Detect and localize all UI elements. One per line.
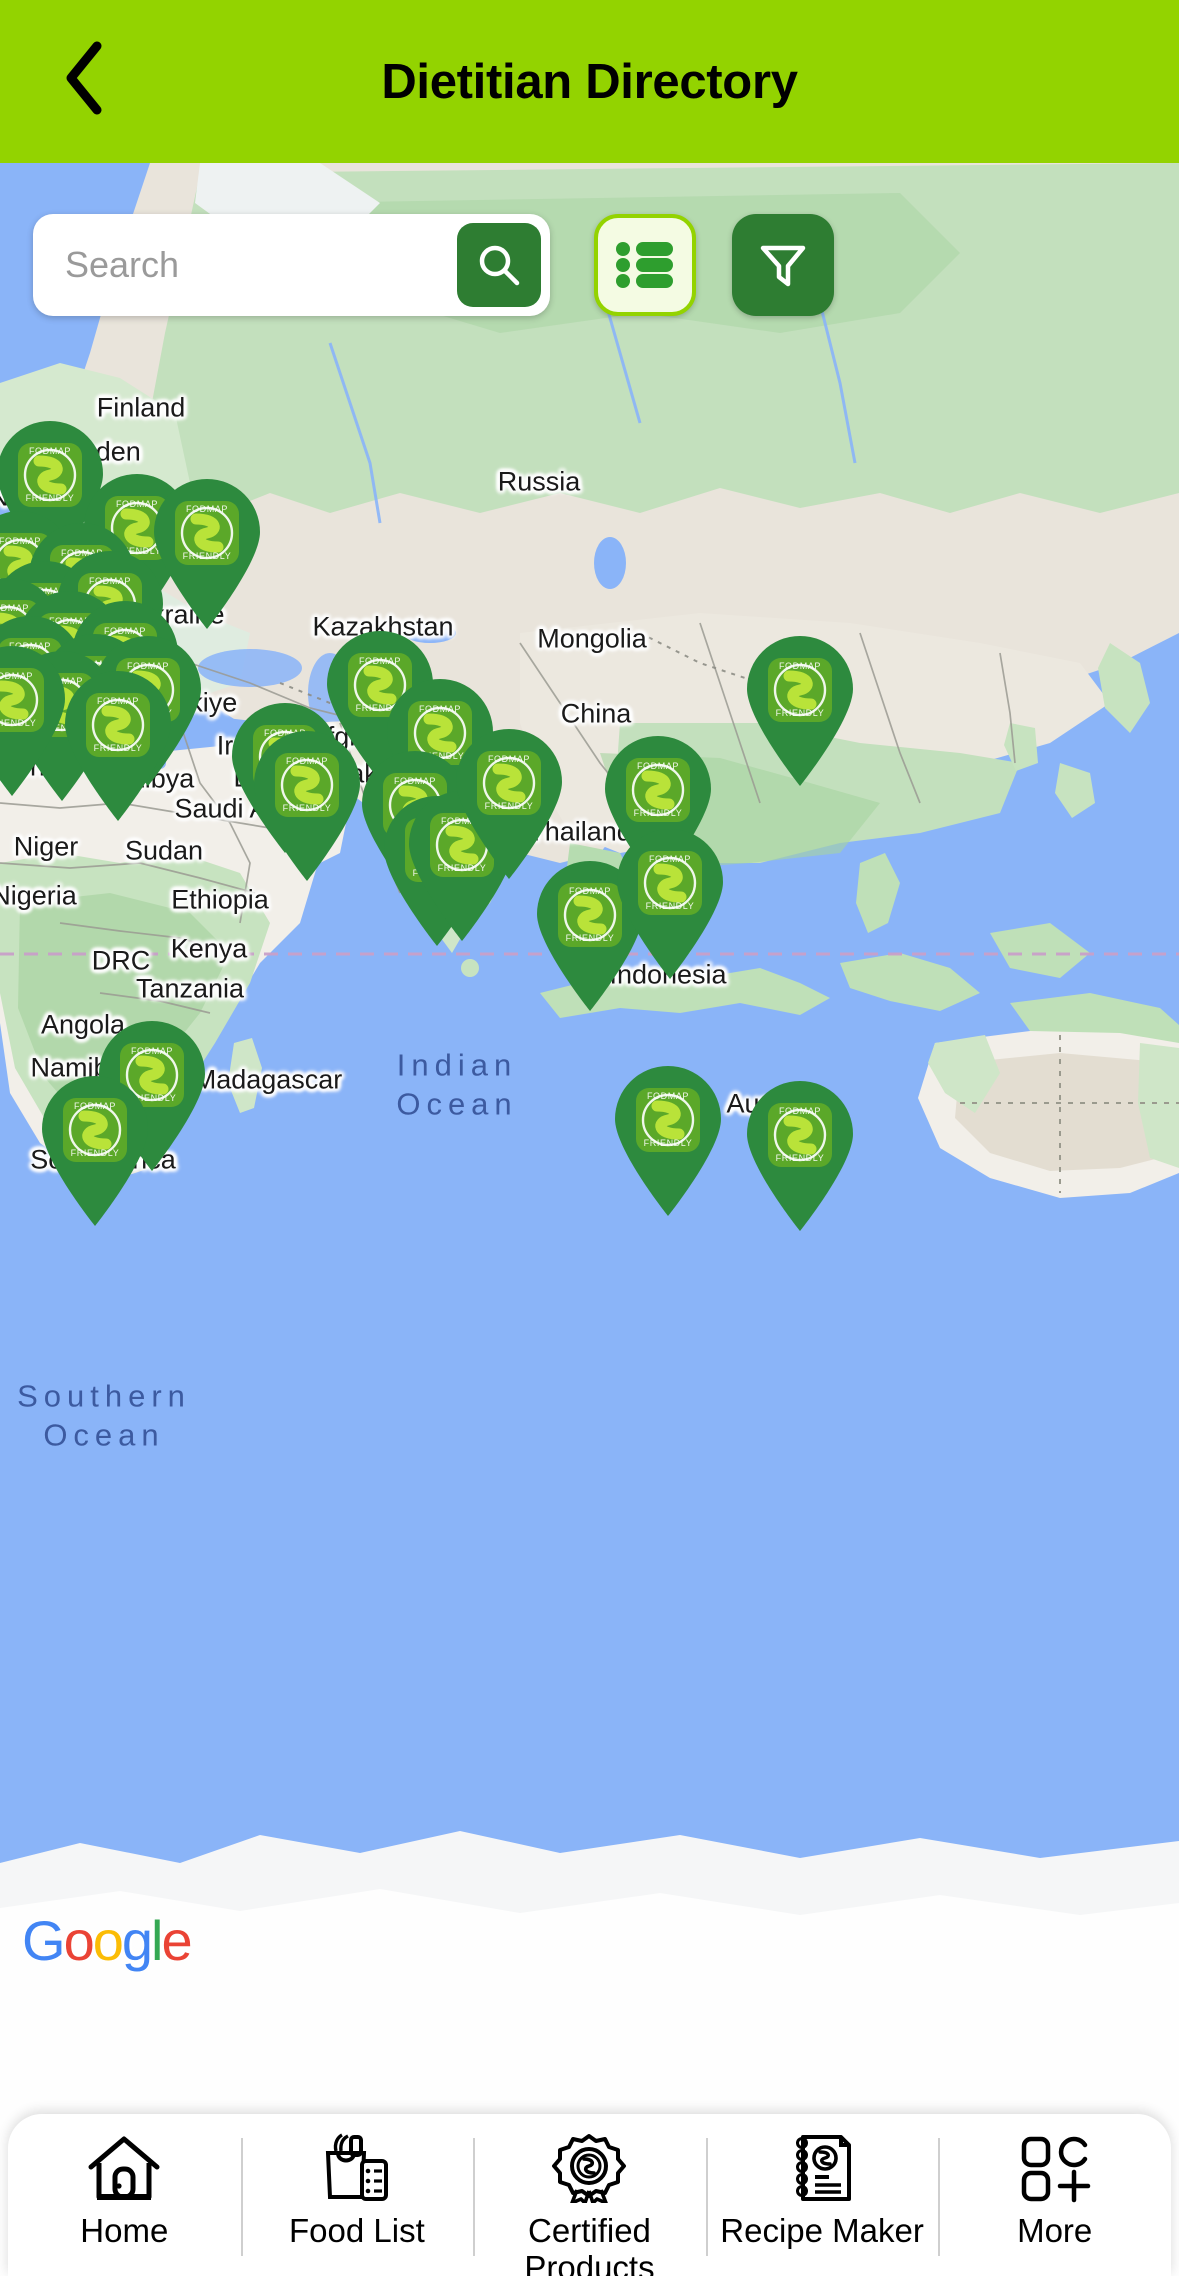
svg-text:FRIENDLY: FRIENDLY: [71, 1148, 120, 1158]
svg-text:FODMAP: FODMAP: [89, 576, 131, 586]
svg-text:FRIENDLY: FRIENDLY: [485, 801, 534, 811]
google-logo: Google: [22, 1909, 193, 1972]
nav-item-certified-products[interactable]: Certified Products: [473, 2128, 706, 2276]
svg-text:FODMAP: FODMAP: [779, 1106, 821, 1116]
svg-text:FODMAP: FODMAP: [186, 504, 228, 514]
svg-text:FODMAP: FODMAP: [97, 696, 139, 706]
nav-label-recipe-maker: Recipe Maker: [720, 2212, 924, 2249]
svg-text:FRIENDLY: FRIENDLY: [94, 743, 143, 753]
svg-text:FRIENDLY: FRIENDLY: [183, 551, 232, 561]
svg-text:FRIENDLY: FRIENDLY: [644, 1138, 693, 1148]
nav-item-recipe-maker[interactable]: Recipe Maker: [705, 2128, 939, 2257]
page-title: Dietitian Directory: [381, 54, 798, 109]
list-view-button[interactable]: [594, 214, 696, 316]
svg-text:FODMAP: FODMAP: [419, 704, 461, 714]
nav-item-home[interactable]: Home: [8, 2128, 241, 2249]
app-header: Dietitian Directory: [0, 0, 1179, 163]
filter-funnel-icon: [760, 245, 806, 287]
filter-button[interactable]: [732, 214, 834, 316]
svg-text:FODMAP: FODMAP: [779, 661, 821, 671]
svg-text:FODMAP: FODMAP: [647, 1091, 689, 1101]
home-icon: [85, 2132, 163, 2204]
nav-item-food-list[interactable]: Food List: [240, 2128, 474, 2257]
grid-plus-icon: [1016, 2132, 1094, 2204]
search-toolbar: [0, 205, 1179, 325]
search-box[interactable]: [33, 214, 550, 316]
map-marker[interactable]: FODMAP FRIENDLY: [611, 829, 729, 981]
svg-text:FODMAP: FODMAP: [488, 754, 530, 764]
bottom-navigation: Home Food List Certified Products Recipe…: [8, 2114, 1171, 2276]
svg-text:FRIENDLY: FRIENDLY: [283, 803, 332, 813]
search-icon: [479, 245, 520, 286]
map-marker[interactable]: FODMAP FRIENDLY: [741, 636, 859, 788]
svg-text:FODMAP: FODMAP: [74, 1101, 116, 1111]
svg-text:FRIENDLY: FRIENDLY: [566, 933, 615, 943]
map-container[interactable]: FinlandSwedenNorwayRussiaUkraineKazakhst…: [0, 163, 1179, 2276]
svg-text:FRIENDLY: FRIENDLY: [26, 493, 75, 503]
svg-text:FODMAP: FODMAP: [394, 776, 436, 786]
map-marker[interactable]: FODMAP FRIENDLY: [59, 671, 177, 823]
svg-text:FODMAP: FODMAP: [131, 1046, 173, 1056]
svg-text:FRIENDLY: FRIENDLY: [646, 901, 695, 911]
search-submit-button[interactable]: [457, 223, 541, 307]
nav-label-certified-products: Certified Products: [524, 2212, 655, 2276]
svg-text:FRIENDLY: FRIENDLY: [0, 718, 36, 728]
map-marker[interactable]: FODMAP FRIENDLY: [741, 1081, 859, 1233]
svg-text:FODMAP: FODMAP: [359, 656, 401, 666]
nav-label-more: More: [1017, 2212, 1093, 2249]
svg-text:FODMAP: FODMAP: [569, 886, 611, 896]
svg-text:FODMAP: FODMAP: [0, 671, 33, 681]
map-marker[interactable]: FODMAP FRIENDLY: [609, 1066, 727, 1218]
nav-item-more[interactable]: More: [938, 2128, 1171, 2257]
recipe-notepad-icon: [783, 2132, 861, 2204]
svg-text:FODMAP: FODMAP: [127, 661, 169, 671]
svg-text:FODMAP: FODMAP: [29, 446, 71, 456]
nav-label-food-list: Food List: [289, 2212, 425, 2249]
svg-text:FRIENDLY: FRIENDLY: [776, 1153, 825, 1163]
map-marker[interactable]: FODMAP FRIENDLY: [36, 1076, 154, 1228]
svg-text:FRIENDLY: FRIENDLY: [776, 708, 825, 718]
svg-text:FODMAP: FODMAP: [637, 761, 679, 771]
certified-badge-icon: [550, 2132, 628, 2204]
nav-label-home: Home: [80, 2212, 169, 2249]
svg-text:FRIENDLY: FRIENDLY: [634, 808, 683, 818]
svg-text:FODMAP: FODMAP: [649, 854, 691, 864]
map-marker[interactable]: FODMAP FRIENDLY: [450, 729, 568, 881]
list-icon: [616, 242, 673, 288]
grocery-bag-list-icon: [318, 2132, 396, 2204]
